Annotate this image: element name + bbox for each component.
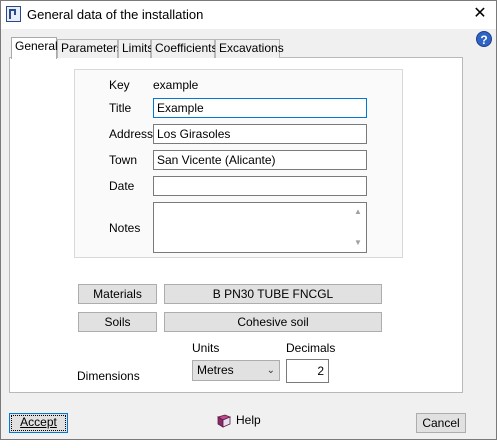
notes-textarea[interactable]: ▲ ▼ [153, 202, 367, 253]
title-field[interactable]: Example [153, 98, 367, 118]
materials-value-button[interactable]: B PN30 TUBE FNCGL [164, 284, 382, 304]
tab-parameters[interactable]: Parameters [57, 39, 123, 58]
date-label: Date [109, 179, 135, 193]
scroll-up-icon[interactable]: ▲ [352, 206, 364, 218]
tab-coefficients[interactable]: Coefficients [151, 39, 217, 58]
town-field[interactable]: San Vicente (Alicante) [153, 150, 367, 170]
tab-general[interactable]: General [11, 37, 58, 59]
tab-excavations[interactable]: Excavations [215, 39, 284, 58]
cancel-button[interactable]: Cancel [416, 413, 466, 433]
focus-rectangle [11, 415, 66, 431]
help-book-icon [216, 414, 232, 428]
accept-button[interactable]: Accept [9, 413, 68, 433]
address-field[interactable]: Los Girasoles [153, 124, 367, 144]
units-dropdown[interactable]: Metres ⌄ [192, 360, 280, 381]
address-label: Address [109, 127, 154, 141]
units-selected-value: Metres [197, 363, 234, 377]
dimensions-label: Dimensions [77, 369, 140, 383]
title-label: Title [109, 101, 132, 115]
soils-button[interactable]: Soils [78, 312, 157, 332]
title-bar: General data of the installation ✕ [1, 1, 496, 29]
notes-label: Notes [109, 221, 141, 235]
help-icon[interactable]: ? [476, 31, 492, 47]
decimals-field[interactable]: 2 [286, 359, 329, 383]
dialog-window: General data of the installation ✕ ? Gen… [0, 0, 497, 440]
close-icon[interactable]: ✕ [470, 4, 490, 24]
key-label: Key [109, 78, 130, 92]
app-icon [6, 6, 21, 22]
tab-limits[interactable]: Limits [118, 39, 153, 58]
help-button[interactable]: Help [216, 411, 261, 431]
window-title: General data of the installation [27, 7, 204, 22]
town-label: Town [109, 153, 138, 167]
units-label: Units [192, 341, 220, 355]
soils-value-button[interactable]: Cohesive soil [164, 312, 382, 332]
key-value: example [153, 78, 199, 92]
date-field[interactable] [153, 176, 367, 196]
scroll-down-icon[interactable]: ▼ [352, 237, 364, 249]
chevron-down-icon: ⌄ [266, 365, 275, 376]
decimals-label: Decimals [286, 341, 336, 355]
materials-button[interactable]: Materials [78, 284, 157, 304]
help-label: Help [236, 413, 261, 427]
